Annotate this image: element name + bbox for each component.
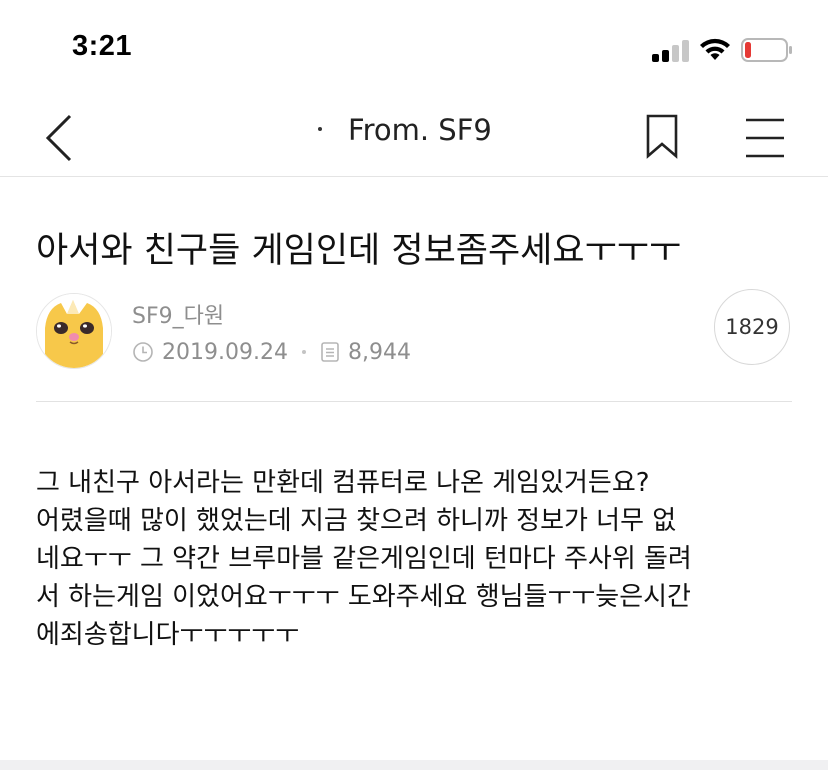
post-meta: 2019.09.24 8,944 — [132, 338, 411, 366]
count-badge-label: 1829 — [725, 315, 779, 339]
bottom-section-divider — [0, 760, 828, 770]
meta-separator — [301, 350, 306, 354]
nav-title: From. SF9 — [300, 113, 540, 147]
bookmark-icon[interactable] — [640, 108, 684, 164]
post-body: 그 내친구 아서라는 만환데 컴퓨터로 나온 게임있거든요? 어렸을때 많이 했… — [36, 464, 796, 654]
menu-icon[interactable] — [740, 108, 790, 164]
post-body-line: 에죄송합니다ㅜㅜㅜㅜㅜ — [36, 620, 300, 650]
post-date: 2019.09.24 — [162, 339, 288, 365]
nav-title-text: From. SF9 — [348, 113, 492, 147]
battery-low-icon — [741, 38, 792, 62]
header-divider — [36, 401, 792, 402]
status-bar: 3:21 — [0, 0, 828, 96]
signal-icon — [652, 38, 692, 62]
post-title: 아서와 친구들 게임인데 정보좀주세요ㅜㅜㅜ — [36, 231, 682, 271]
avatar-character-icon — [37, 294, 111, 368]
status-time: 3:21 — [72, 30, 133, 62]
author-name[interactable]: SF9_다원 — [132, 298, 224, 330]
wifi-icon — [700, 38, 730, 60]
avatar[interactable] — [36, 293, 112, 369]
view-count: 8,944 — [347, 339, 411, 365]
clock-icon — [133, 342, 153, 362]
post-body-line: 서 하는게임 이었어요ㅜㅜㅜ 도와주세요 행님들ㅜㅜ늦은시간 — [36, 582, 691, 612]
count-badge[interactable]: 1829 — [714, 289, 790, 365]
back-icon[interactable] — [36, 104, 84, 168]
post-body-line: 그 내친구 아서라는 만환데 컴퓨터로 나온 게임있거든요? — [36, 468, 650, 498]
nav-title-dot — [318, 127, 322, 131]
post-body-line: 네요ㅜㅜ 그 약간 브루마블 같은게임인데 턴마다 주사위 돌려 — [36, 544, 692, 574]
document-icon — [321, 342, 339, 362]
nav-bar: From. SF9 — [0, 96, 828, 177]
post-body-line: 어렸을때 많이 했었는데 지금 찾으려 하니까 정보가 너무 없 — [36, 506, 677, 536]
